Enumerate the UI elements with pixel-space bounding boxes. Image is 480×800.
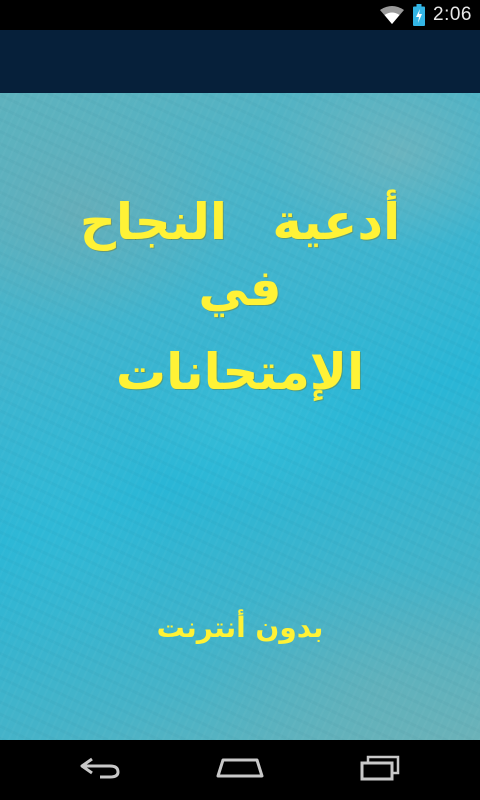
title-line-3: الإمتحانات (115, 343, 365, 401)
title-line-1: أدعية النجاح (79, 193, 401, 251)
title-line-2: في (198, 259, 282, 317)
home-button[interactable] (200, 750, 280, 790)
recent-apps-icon (358, 755, 402, 785)
back-button[interactable] (60, 750, 140, 790)
wifi-icon (379, 5, 405, 25)
status-icons: 2:06 (379, 0, 472, 30)
home-icon (215, 757, 265, 783)
back-icon (78, 756, 122, 784)
battery-charging-icon (413, 4, 426, 26)
status-bar: 2:06 (0, 0, 480, 30)
recent-apps-button[interactable] (340, 750, 420, 790)
action-bar (0, 30, 480, 93)
offline-subtitle: بدون أنترنت (156, 611, 324, 644)
status-clock: 2:06 (433, 4, 472, 25)
navigation-bar (0, 740, 480, 800)
splash-screen: أدعية النجاح في الإمتحانات بدون أنترنت (0, 93, 480, 740)
